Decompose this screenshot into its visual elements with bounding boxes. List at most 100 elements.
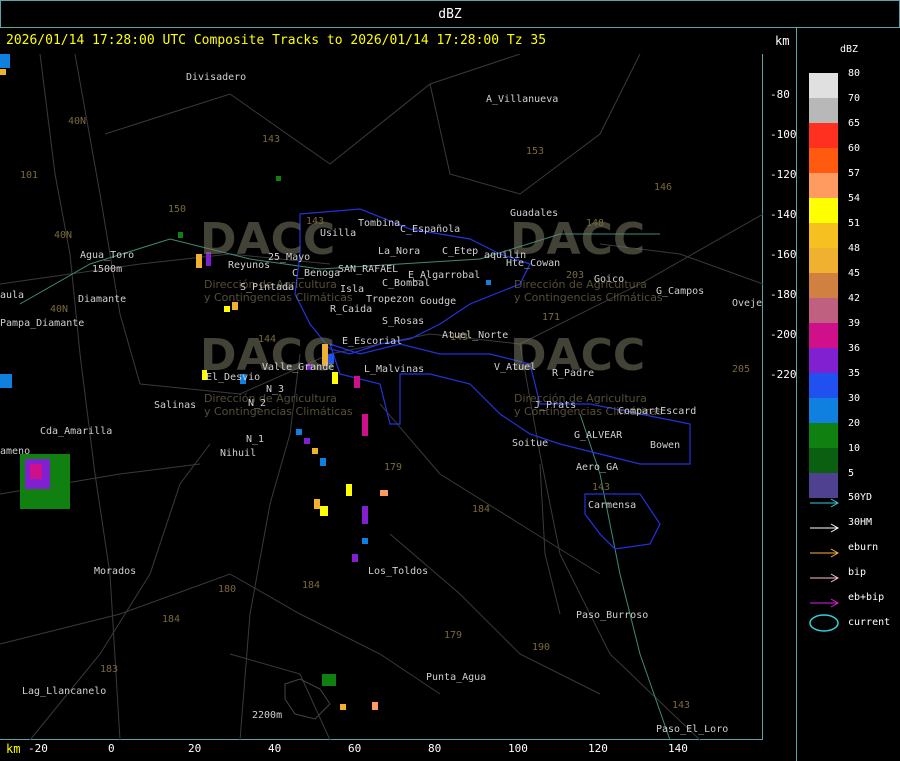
place-label: 25_Mayo	[268, 252, 311, 263]
place-label: Nihuil	[220, 448, 257, 459]
watermark-text: Dirección de Agricultura y Contingencias …	[514, 278, 663, 304]
route-number: 143	[450, 332, 469, 343]
legend-swatch	[809, 273, 838, 298]
legend-swatch	[809, 373, 838, 398]
y-tick-label: -100	[770, 128, 797, 141]
place-label: C_Española	[400, 224, 461, 235]
route-number: 179	[444, 630, 463, 641]
route-number: 148	[586, 218, 605, 229]
legend-value: 70	[848, 93, 861, 104]
watermark-text: Dirección de Agricultura y Contingencias …	[204, 392, 353, 418]
legend-value: 65	[848, 118, 861, 129]
y-tick-label: -160	[770, 248, 797, 261]
legend-track-label: 50YD	[848, 492, 873, 503]
legend-swatch	[809, 248, 838, 273]
legend-swatch	[809, 98, 838, 123]
track-arrow-icon	[809, 518, 840, 533]
y-tick-label: -220	[770, 368, 797, 381]
legend-swatch	[809, 123, 838, 148]
legend-swatch	[809, 173, 838, 198]
place-label: R_Padre	[552, 368, 595, 379]
track-arrow-icon	[809, 568, 840, 583]
y-axis-unit: km	[775, 34, 790, 48]
legend-value: 80	[848, 68, 861, 79]
place-label: El_Desvio	[206, 372, 261, 383]
place-label: S_Rosas	[382, 316, 425, 327]
place-label: Reyunos	[228, 260, 271, 271]
route-number: 144	[258, 334, 277, 345]
track-arrow-icon	[809, 593, 840, 608]
map-subtitle: 2026/01/14 17:28:00 UTC Composite Tracks…	[6, 33, 547, 48]
legend-value: 48	[848, 243, 861, 254]
place-label: Valle_Grande	[262, 362, 335, 373]
route-number: 184	[302, 580, 321, 591]
route-number: 143	[262, 134, 281, 145]
place-label: V_Atuel	[494, 362, 537, 373]
legend-swatch	[809, 423, 838, 448]
place-label: Goudge	[420, 296, 457, 307]
route-number: 183	[100, 664, 119, 675]
place-label: J_Prats	[534, 400, 577, 411]
route-number: 184	[162, 614, 181, 625]
legend-swatch	[809, 348, 838, 373]
place-label: Isla	[340, 284, 365, 295]
place-label: Divisadero	[186, 72, 247, 83]
place-label: Bowen	[650, 440, 681, 451]
place-label: Usilla	[320, 228, 357, 239]
place-label: Guadales	[510, 208, 559, 219]
legend-track-label: eburn	[848, 542, 879, 553]
legend-value: 54	[848, 193, 861, 204]
route-number: 171	[542, 312, 561, 323]
radar-map[interactable]: DACC Dirección de Agricultura y Contingen…	[0, 54, 763, 740]
y-tick-label: -180	[770, 288, 797, 301]
place-label: C_Benoga	[292, 268, 341, 279]
route-number: 190	[532, 642, 551, 653]
place-label: C_Bombal	[382, 278, 431, 289]
legend-panel: dBZ 80 70 65 60 57 54 51 48 45 42 39 36 35 30 20 10 5 50…	[798, 28, 900, 761]
place-label: Paso_El_Loro	[656, 724, 729, 735]
place-label: Paso_Burroso	[576, 610, 649, 621]
x-tick-label: 120	[588, 742, 608, 755]
place-label: Pampa_Diamante	[0, 318, 85, 329]
track-arrow-icon	[809, 493, 840, 508]
legend-track-label: 30HM	[848, 517, 873, 528]
place-label: Salinas	[154, 400, 197, 411]
route-number: 150	[168, 204, 187, 215]
place-label: Lag_Llancanelo	[22, 686, 107, 697]
place-label: Punta_Agua	[426, 672, 487, 683]
legend-swatch	[809, 448, 838, 473]
place-label: G_Campos	[656, 286, 705, 297]
y-tick-label: -140	[770, 208, 797, 221]
legend-swatch	[809, 148, 838, 173]
x-tick-label: 40	[268, 742, 282, 755]
legend-track-label: eb+bip	[848, 592, 885, 603]
legend-value: 36	[848, 343, 861, 354]
legend-swatch	[809, 198, 838, 223]
place-label: 2200m	[252, 710, 283, 721]
place-label: N_2	[248, 398, 267, 409]
route-number: 146	[654, 182, 673, 193]
legend-swatch	[809, 223, 838, 248]
place-label: R_Caida	[330, 304, 373, 315]
x-tick-label: 100	[508, 742, 528, 755]
x-tick-label: 60	[348, 742, 362, 755]
place-label: La_Nora	[378, 246, 421, 257]
place-label: Soitue	[512, 438, 549, 449]
legend-track-label: bip	[848, 567, 867, 578]
route-number: 203	[566, 270, 585, 281]
place-label: ameno	[0, 446, 31, 457]
place-label: C_Etep	[442, 246, 479, 257]
legend-title: dBZ	[840, 44, 859, 55]
legend-value: 20	[848, 418, 861, 429]
legend-value: 42	[848, 293, 861, 304]
route-number: 153	[526, 146, 545, 157]
legend-swatch	[809, 298, 838, 323]
route-number: 40N	[54, 230, 73, 241]
legend-value: 45	[848, 268, 861, 279]
route-number: 184	[472, 504, 491, 515]
x-tick-label: -20	[28, 742, 48, 755]
legend-value: 51	[848, 218, 861, 229]
y-tick-label: -200	[770, 328, 797, 341]
place-label: 1500m	[92, 264, 123, 275]
y-tick-label: -80	[770, 88, 790, 101]
